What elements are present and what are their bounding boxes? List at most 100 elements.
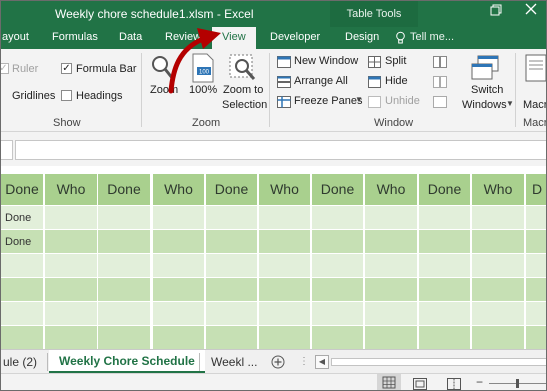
sheet-tab-previous[interactable]: ule (2) [3, 350, 37, 374]
page-layout-view-icon[interactable] [413, 377, 427, 390]
normal-view-icon[interactable] [377, 374, 401, 390]
tell-me-search[interactable]: Tell me... [410, 31, 454, 43]
hide-icon[interactable] [368, 75, 381, 93]
windows-label[interactable]: Windows [462, 99, 507, 111]
header-cell-done[interactable]: Done [1, 174, 43, 205]
more-sheets-icon[interactable]: ⋮ [299, 356, 309, 367]
table-row-cell[interactable] [206, 230, 257, 253]
table-row-cell[interactable] [153, 302, 204, 325]
table-row-cell[interactable] [419, 230, 470, 253]
chevron-down-icon[interactable]: ▼ [506, 99, 514, 108]
table-row-cell[interactable] [98, 230, 150, 253]
plus-circle-icon[interactable] [271, 355, 285, 374]
table-row-cell[interactable] [45, 254, 97, 277]
header-cell-done[interactable]: Done [206, 174, 257, 205]
table-row-cell[interactable] [1, 326, 43, 349]
hide-button[interactable]: Hide [385, 75, 408, 87]
table-row-cell[interactable] [259, 254, 310, 277]
table-row-cell[interactable] [312, 254, 363, 277]
tab-page-layout[interactable]: ayout [2, 31, 29, 43]
header-cell-done[interactable]: D [526, 174, 546, 205]
header-cell-done[interactable]: Done [98, 174, 150, 205]
table-row-cell[interactable] [472, 206, 524, 229]
table-row-cell[interactable] [312, 230, 363, 253]
table-row-cell[interactable] [98, 302, 150, 325]
table-row-cell[interactable] [365, 326, 417, 349]
table-row-cell[interactable] [206, 326, 257, 349]
table-row-cell[interactable] [98, 278, 150, 301]
sheet-tab-weekly-chore-schedule[interactable]: Weekly Chore Schedule [49, 350, 205, 374]
table-row-cell[interactable] [419, 278, 470, 301]
name-box[interactable] [1, 140, 13, 160]
table-row-cell[interactable] [419, 302, 470, 325]
selection-label[interactable]: Selection [222, 99, 267, 111]
table-row-cell[interactable] [419, 326, 470, 349]
table-row-cell[interactable] [472, 302, 524, 325]
table-row-cell[interactable] [98, 326, 150, 349]
table-row-cell[interactable] [312, 302, 363, 325]
table-row-cell[interactable] [312, 206, 363, 229]
table-row-cell[interactable] [365, 302, 417, 325]
table-row-cell[interactable] [206, 302, 257, 325]
view-side-by-side-icon[interactable] [433, 55, 447, 73]
header-cell-who[interactable]: Who [365, 174, 417, 205]
arrange-all-button[interactable]: Arrange All [294, 75, 348, 87]
close-icon[interactable] [525, 3, 537, 18]
freeze-panes-button[interactable]: Freeze Panes [294, 95, 362, 107]
table-row-cell[interactable] [45, 230, 97, 253]
table-row-cell[interactable] [365, 278, 417, 301]
table-row-cell[interactable] [153, 206, 204, 229]
split-button[interactable]: Split [385, 55, 406, 67]
table-row-cell[interactable] [206, 254, 257, 277]
table-row-cell[interactable] [153, 254, 204, 277]
horizontal-scrollbar[interactable] [331, 358, 546, 366]
table-row-cell[interactable] [45, 326, 97, 349]
table-row-cell[interactable] [259, 206, 310, 229]
table-row-cell[interactable] [365, 230, 417, 253]
table-row-cell[interactable] [45, 278, 97, 301]
table-row-cell[interactable] [472, 278, 524, 301]
arrange-all-icon[interactable] [277, 75, 291, 93]
headings-checkbox[interactable] [61, 90, 72, 101]
table-row-cell[interactable] [259, 326, 310, 349]
table-cell[interactable]: Done [1, 230, 43, 254]
table-row-cell[interactable] [312, 326, 363, 349]
table-row-cell[interactable] [312, 278, 363, 301]
reset-window-position-icon[interactable] [433, 95, 447, 113]
header-cell-done[interactable]: Done [419, 174, 470, 205]
zoom-out-icon[interactable]: − [476, 375, 483, 389]
table-row-cell[interactable] [472, 326, 524, 349]
table-row-cell[interactable] [206, 278, 257, 301]
table-row-cell[interactable] [526, 326, 546, 349]
table-row-cell[interactable] [526, 206, 546, 229]
table-row-cell[interactable] [419, 206, 470, 229]
ruler-checkbox[interactable]: ✓ [1, 63, 9, 74]
table-row-cell[interactable] [1, 278, 43, 301]
table-row-cell[interactable] [98, 254, 150, 277]
macros-button[interactable]: Macr [523, 99, 546, 111]
tab-data[interactable]: Data [119, 31, 142, 43]
synchronous-scrolling-icon[interactable] [433, 75, 447, 93]
new-window-icon[interactable] [277, 55, 291, 73]
formula-bar-checkbox[interactable]: ✓ [61, 63, 72, 74]
header-cell-who[interactable]: Who [153, 174, 204, 205]
page-break-view-icon[interactable] [447, 377, 461, 390]
table-row-cell[interactable] [419, 254, 470, 277]
table-row-cell[interactable] [526, 230, 546, 253]
header-cell-who[interactable]: Who [259, 174, 310, 205]
formula-input[interactable] [15, 140, 546, 160]
split-icon[interactable] [368, 55, 381, 73]
table-row-cell[interactable] [259, 302, 310, 325]
table-row-cell[interactable] [1, 302, 43, 325]
tab-formulas[interactable]: Formulas [52, 31, 98, 43]
sheet-tab-next[interactable]: Weekl ... [211, 350, 257, 374]
tab-design[interactable]: Design [345, 31, 379, 43]
table-row-cell[interactable] [45, 206, 97, 229]
table-row-cell[interactable] [472, 254, 524, 277]
table-row-cell[interactable] [153, 278, 204, 301]
chevron-down-icon[interactable]: ▼ [355, 95, 363, 104]
switch-label[interactable]: Switch [471, 84, 503, 96]
table-row-cell[interactable] [1, 254, 43, 277]
table-row-cell[interactable] [526, 254, 546, 277]
table-row-cell[interactable] [365, 206, 417, 229]
